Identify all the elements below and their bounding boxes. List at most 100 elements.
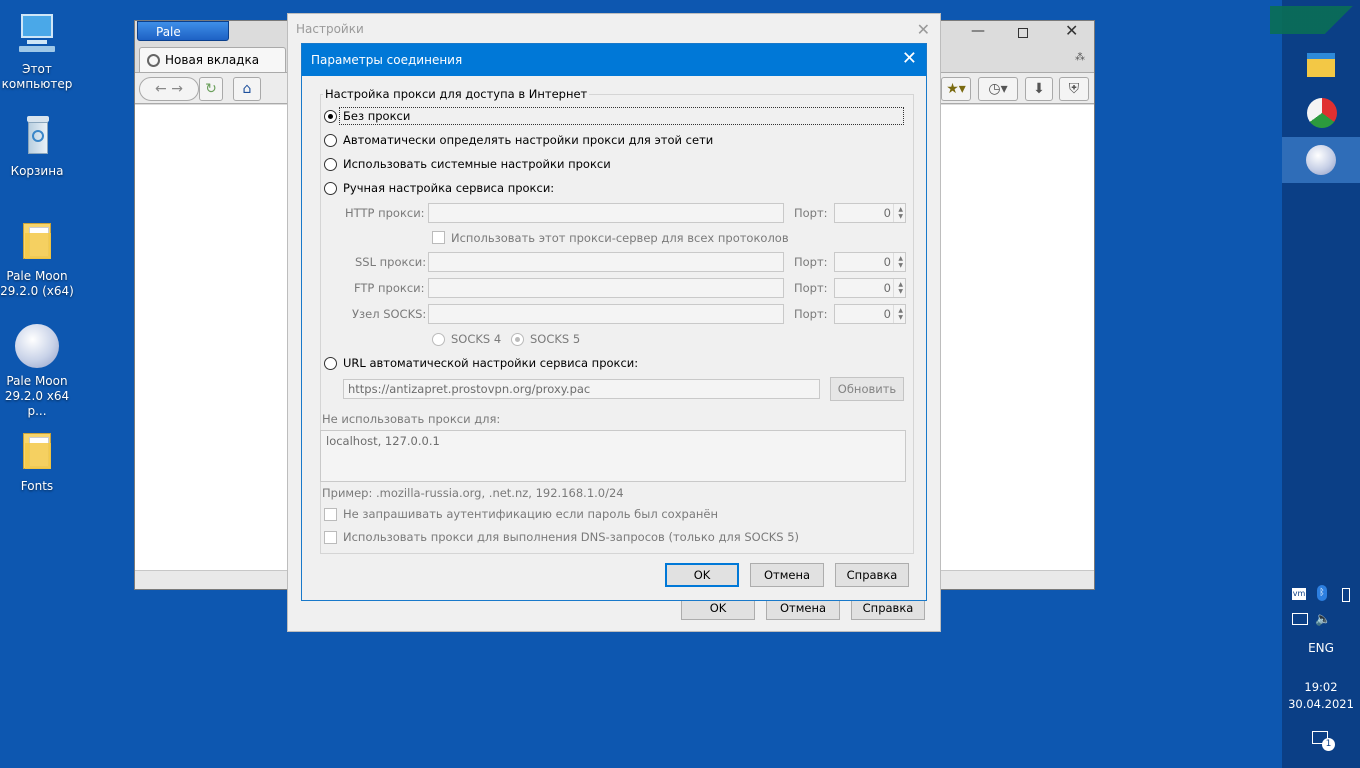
label-ssl-proxy: SSL прокси: — [355, 255, 427, 269]
example-text: Пример: .mozilla-russia.org, .net.nz, 19… — [322, 486, 624, 500]
close-icon[interactable]: ✕ — [902, 44, 917, 74]
volume-icon[interactable]: 🔈 — [1315, 612, 1331, 627]
desktop-icon-pale-moon-shortcut[interactable]: Pale Moon 29.2.0 x64 p... — [0, 322, 74, 419]
socks-dns-checkbox[interactable] — [324, 531, 337, 544]
desktop-icon-recycle-bin[interactable]: Корзина — [0, 112, 74, 179]
tab-list-icon[interactable]: ⁂ — [1075, 52, 1085, 63]
spin-down-icon[interactable]: ▼ — [898, 263, 903, 269]
pale-moon-icon — [1306, 145, 1336, 175]
taskbar-file-explorer[interactable] — [1282, 42, 1360, 88]
radio-auto-detect[interactable] — [324, 134, 337, 147]
dialog-title: Параметры соединения — [311, 53, 463, 67]
ok-button[interactable]: OK — [665, 563, 739, 587]
clock-date[interactable]: 30.04.2021 — [1282, 697, 1360, 711]
cancel-button[interactable]: Отмена — [750, 563, 824, 587]
ftp-port-value: 0 — [883, 281, 891, 295]
label-ftp-port: Порт: — [794, 281, 828, 295]
desktop-icon-label: компьютер — [1, 77, 73, 91]
clock-time[interactable]: 19:02 — [1282, 680, 1360, 694]
taskbar: vm ᛒ 🔈 ENG 19:02 30.04.2021 1 — [1270, 0, 1360, 768]
radio-no-proxy[interactable] — [324, 110, 337, 123]
ssl-port-value: 0 — [883, 255, 891, 269]
globe-icon — [147, 54, 160, 67]
http-port-value: 0 — [883, 206, 891, 220]
minimize-button[interactable]: — — [968, 23, 988, 43]
network-icon[interactable] — [1292, 613, 1308, 625]
label-system-proxy[interactable]: Использовать системные настройки прокси — [343, 157, 611, 171]
app-icon — [1307, 98, 1337, 128]
label-auto-detect[interactable]: Автоматически определять настройки прокс… — [343, 133, 713, 147]
http-port-input[interactable]: 0 ▲ ▼ — [834, 203, 906, 223]
label-socks-port: Порт: — [794, 307, 828, 321]
history-button[interactable]: ◷▾ — [978, 77, 1018, 101]
no-auth-prompt-checkbox[interactable] — [324, 508, 337, 521]
label-socks5[interactable]: SOCKS 5 — [530, 332, 580, 346]
spin-up-icon[interactable]: ▲ — [898, 256, 903, 262]
label-ssl-port: Порт: — [794, 255, 828, 269]
share-proxy-checkbox[interactable] — [432, 231, 445, 244]
ftp-port-input[interactable]: 0 ▲ ▼ — [834, 278, 906, 298]
spin-up-icon[interactable]: ▲ — [898, 282, 903, 288]
close-button[interactable]: ✕ — [1065, 21, 1085, 41]
radio-auto-url[interactable] — [324, 357, 337, 370]
bookmarks-button[interactable]: ★▾ — [941, 77, 971, 101]
reload-button[interactable]: Обновить — [830, 377, 904, 401]
radio-system-proxy[interactable] — [324, 158, 337, 171]
radio-socks4[interactable] — [432, 333, 445, 346]
help-button[interactable]: Справка — [835, 563, 909, 587]
radio-socks5[interactable] — [511, 333, 524, 346]
start-logo-icon[interactable] — [1270, 6, 1360, 34]
desktop-icon-fonts-folder[interactable]: Fonts — [0, 427, 74, 494]
socks-port-value: 0 — [883, 307, 891, 321]
radio-manual-proxy[interactable] — [324, 182, 337, 195]
vm-tray-icon[interactable]: vm — [1292, 588, 1306, 600]
computer-icon — [13, 10, 61, 58]
label-no-auth-prompt[interactable]: Не запрашивать аутентификацию если парол… — [343, 507, 718, 521]
label-socks-dns[interactable]: Использовать прокси для выполнения DNS-з… — [343, 530, 799, 544]
home-button[interactable]: ⌂ — [233, 77, 261, 101]
file-explorer-icon — [1307, 53, 1335, 77]
desktop-icon-label: Fonts — [20, 479, 54, 493]
recycle-bin-icon — [13, 112, 61, 160]
taskbar-pale-moon[interactable] — [1282, 137, 1360, 183]
maximize-button[interactable] — [1018, 28, 1028, 38]
socks-host-input[interactable] — [428, 304, 784, 324]
label-manual-proxy[interactable]: Ручная настройка сервиса прокси: — [343, 181, 554, 195]
taskbar-app[interactable] — [1282, 90, 1360, 136]
label-share-proxy[interactable]: Использовать этот прокси-сервер для всех… — [451, 231, 789, 245]
spin-down-icon[interactable]: ▼ — [898, 315, 903, 321]
ssl-port-input[interactable]: 0 ▲ ▼ — [834, 252, 906, 272]
downloads-button[interactable]: ⬇ — [1025, 77, 1053, 101]
pac-url-input[interactable]: https://antizapret.prostovpn.org/proxy.p… — [343, 379, 820, 399]
usb-icon[interactable] — [1342, 588, 1350, 602]
ftp-proxy-input[interactable] — [428, 278, 784, 298]
ssl-proxy-input[interactable] — [428, 252, 784, 272]
label-http-port: Порт: — [794, 206, 828, 220]
tab-new-tab[interactable]: Новая вкладка — [139, 47, 286, 73]
language-indicator[interactable]: ENG — [1282, 641, 1360, 655]
label-auto-url[interactable]: URL автоматической настройки сервиса про… — [343, 356, 638, 370]
spin-up-icon[interactable]: ▲ — [898, 308, 903, 314]
ublock-button[interactable]: ⛨ — [1059, 77, 1089, 101]
http-proxy-input[interactable] — [428, 203, 784, 223]
label-socks4[interactable]: SOCKS 4 — [451, 332, 501, 346]
spin-up-icon[interactable]: ▲ — [898, 207, 903, 213]
no-proxy-for-textarea[interactable]: localhost, 127.0.0.1 — [320, 430, 906, 482]
desktop-icon-pale-moon-folder[interactable]: Pale Moon 29.2.0 (x64) — [0, 217, 74, 299]
bluetooth-icon[interactable]: ᛒ — [1317, 585, 1327, 601]
desktop-icon-label: Pale Moon — [6, 374, 68, 388]
spin-down-icon[interactable]: ▼ — [898, 214, 903, 220]
settings-close-icon[interactable]: ✕ — [917, 20, 930, 39]
label-ftp-proxy: FTP прокси: — [354, 281, 425, 295]
reload-button[interactable]: ↻ — [199, 77, 223, 101]
spin-down-icon[interactable]: ▼ — [898, 289, 903, 295]
pale-moon-menu-button[interactable]: Pale Moon▼ — [137, 21, 229, 59]
back-forward-button[interactable]: ← → — [139, 77, 199, 101]
desktop-icon-this-pc[interactable]: Этот компьютер — [0, 10, 74, 92]
folder-icon — [13, 217, 61, 265]
socks-port-input[interactable]: 0 ▲ ▼ — [834, 304, 906, 324]
settings-title: Настройки — [296, 22, 364, 36]
connection-settings-dialog: Параметры соединения ✕ Настройка прокси … — [301, 43, 927, 601]
desktop-icon-label: Корзина — [10, 164, 64, 178]
label-no-proxy[interactable]: Без прокси — [343, 109, 410, 123]
